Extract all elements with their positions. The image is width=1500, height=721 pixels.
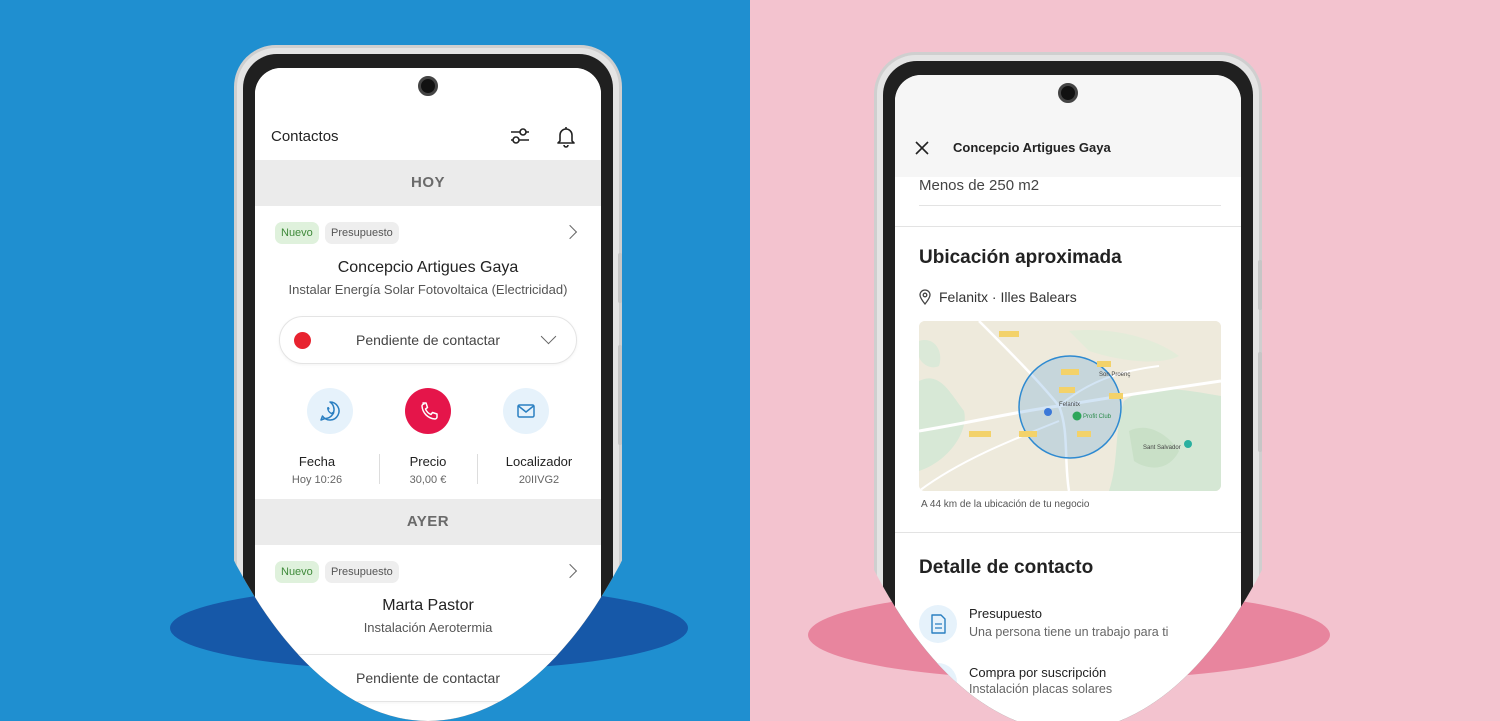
chevron-right-icon[interactable] bbox=[562, 563, 578, 579]
detail-item-subtitle: Una persona tiene un trabajo para ti bbox=[969, 625, 1169, 639]
front-camera bbox=[418, 76, 438, 96]
info-label: Localizador bbox=[505, 454, 573, 469]
section-today: HOY bbox=[255, 160, 601, 206]
contacts-screen: Contactos HOY Nuevo Presupuesto Concepci… bbox=[255, 68, 601, 721]
contact-detail-heading: Detalle de contacto bbox=[919, 557, 1094, 578]
area-value: Menos de 250 m2 bbox=[919, 177, 1040, 194]
detail-item-title: Presupuesto bbox=[969, 606, 1042, 621]
map-label: Sant Salvador bbox=[1143, 445, 1181, 451]
left-phone: Contactos HOY Nuevo Presupuesto Concepci… bbox=[234, 45, 622, 721]
info-price: Precio 30,00 € bbox=[378, 454, 478, 486]
info-locator: Localizador 20IIVG2 bbox=[489, 454, 589, 486]
divider bbox=[895, 532, 1241, 533]
tag-new: Nuevo bbox=[275, 222, 319, 244]
right-phone: Concepcio Artigues Gaya Menos de 250 m2 … bbox=[874, 52, 1262, 721]
volume-button bbox=[618, 253, 622, 303]
detail-title: Concepcio Artigues Gaya bbox=[953, 140, 1111, 155]
front-camera bbox=[1058, 83, 1078, 103]
phone-icon bbox=[421, 402, 438, 420]
info-label: Fecha bbox=[298, 454, 336, 469]
section-yesterday: AYER bbox=[255, 499, 601, 545]
contact-service: Instalar Energía Solar Fotovoltaica (Ele… bbox=[288, 282, 568, 297]
info-label: Precio bbox=[409, 454, 447, 469]
contact-name: Marta Pastor bbox=[382, 597, 474, 614]
divider bbox=[895, 226, 1241, 227]
power-button bbox=[618, 345, 622, 445]
page-title: Contactos bbox=[271, 128, 339, 145]
document-icon bbox=[919, 605, 957, 643]
sliders-icon[interactable] bbox=[507, 123, 533, 149]
contact-name: Concepcio Artigues Gaya bbox=[337, 259, 519, 276]
mail-icon bbox=[517, 404, 535, 418]
volume-button bbox=[1258, 260, 1262, 310]
tag-budget: Presupuesto bbox=[325, 561, 399, 583]
info-value: 30,00 € bbox=[409, 474, 447, 486]
map-distance-caption: A 44 km de la ubicación de tu negocio bbox=[921, 499, 1090, 510]
power-button bbox=[1258, 352, 1262, 452]
status-label: Pendiente de contactar bbox=[356, 332, 500, 348]
tag-budget: Presupuesto bbox=[325, 222, 399, 244]
divider bbox=[477, 454, 478, 484]
info-value: Hoy 10:26 bbox=[291, 474, 343, 486]
phone-bezel: Concepcio Artigues Gaya Menos de 250 m2 … bbox=[883, 61, 1253, 721]
status-dropdown[interactable]: Pendiente de contactar bbox=[279, 316, 577, 364]
map-label: Profit Club bbox=[1083, 414, 1112, 420]
chevron-right-icon[interactable] bbox=[562, 224, 578, 240]
divider bbox=[919, 205, 1221, 206]
phone-bezel: Contactos HOY Nuevo Presupuesto Concepci… bbox=[243, 54, 613, 721]
location-heading: Ubicación aproximada bbox=[919, 247, 1122, 268]
close-icon[interactable] bbox=[913, 139, 931, 157]
location-map[interactable]: Son Proenç Felanitx Profit Club Sant Sal… bbox=[919, 321, 1221, 491]
info-date: Fecha Hoy 10:26 bbox=[267, 454, 367, 486]
contact-detail-screen: Concepcio Artigues Gaya Menos de 250 m2 … bbox=[895, 75, 1241, 721]
info-value: 20IIVG2 bbox=[518, 474, 560, 486]
tag-new: Nuevo bbox=[275, 561, 319, 583]
detail-item-title: Compra por suscripción bbox=[969, 665, 1107, 680]
whatsapp-icon bbox=[320, 401, 340, 421]
bell-icon[interactable] bbox=[553, 123, 579, 149]
map-label: Son Proenç bbox=[1099, 372, 1130, 378]
email-button[interactable] bbox=[503, 388, 549, 434]
map-label: Felanitx bbox=[1059, 402, 1080, 408]
call-button[interactable] bbox=[405, 388, 451, 434]
location-pin-icon bbox=[919, 289, 931, 305]
whatsapp-button[interactable] bbox=[307, 388, 353, 434]
contact-service: Instalación Aerotermia bbox=[363, 620, 493, 635]
map-graphic: Son Proenç Felanitx Profit Club Sant Sal… bbox=[919, 321, 1221, 491]
location-place: Felanitx · Illes Balears bbox=[939, 289, 1077, 305]
detail-item-subtitle: Instalación placas solares bbox=[969, 682, 1113, 696]
